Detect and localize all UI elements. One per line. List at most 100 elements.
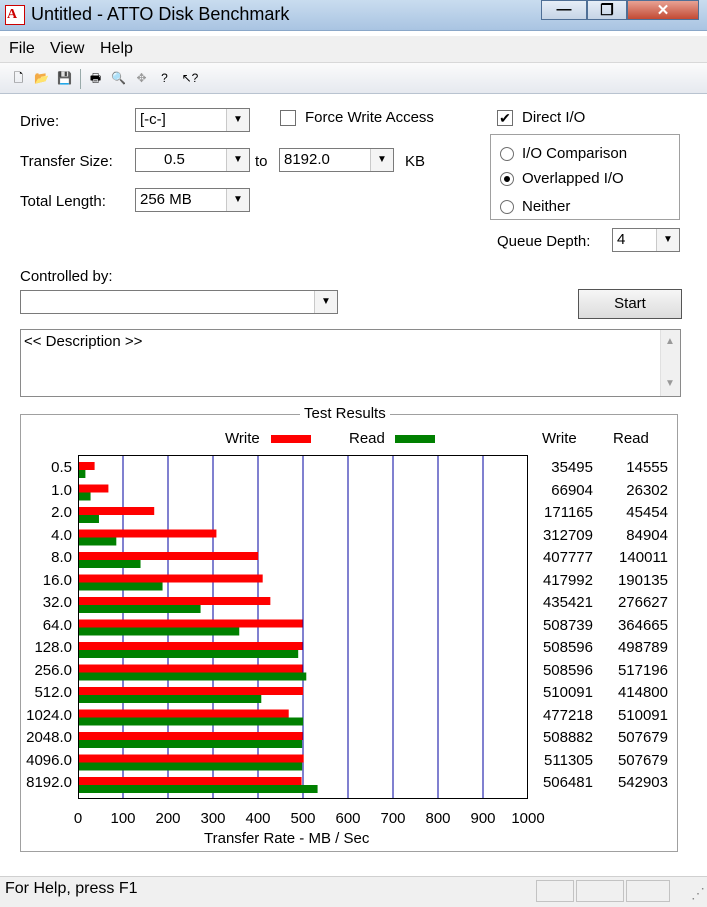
description-box[interactable]: << Description >> ▲ ▼ [20,329,681,397]
minimize-button[interactable]: — [541,0,587,20]
category-label: 4.0 [51,526,72,544]
queue-depth-label: Queue Depth: [497,233,591,250]
force-write-checkbox[interactable] [280,110,296,126]
start-button[interactable]: Start [578,289,682,319]
read-value: 507679 [617,751,668,769]
new-icon[interactable]: 🗋 [10,70,27,87]
write-value: 508596 [542,639,593,656]
io-comparison-radio[interactable] [500,147,514,161]
write-value: 66904 [551,481,593,499]
close-button[interactable]: ✕ [627,0,699,20]
overlapped-io-radio[interactable] [500,172,514,186]
menu-help[interactable]: Help [100,40,133,58]
write-value: 417992 [542,571,593,589]
category-label: 8192.0 [26,774,72,791]
category-label: 2048.0 [26,729,72,746]
print-preview-icon[interactable]: 🔍 [110,70,127,87]
category-label: 128.0 [34,639,72,656]
drive-select[interactable]: [-c-] ▼ [135,108,250,132]
check-mark-icon: ✔ [499,110,511,126]
window-title: Untitled - ATTO Disk Benchmark [31,4,290,24]
overlapped-io-label: Overlapped I/O [522,170,624,187]
direct-io-checkbox[interactable]: ✔ [497,110,513,126]
atto-icon[interactable]: A [5,5,25,25]
queue-depth-select[interactable]: 4 ▼ [612,228,680,252]
test-results-title: Test Results [300,405,390,422]
controlled-by-label: Controlled by: [20,268,113,285]
write-value: 35495 [551,459,593,476]
x-tick-label: 200 [155,810,181,827]
write-value: 508596 [542,661,593,679]
drive-label: Drive: [20,113,60,130]
drive-value: [-c-] [140,111,166,128]
transfer-from-select[interactable]: 0.5 ▼ [135,148,250,172]
write-value: 312709 [542,526,593,544]
write-value: 407777 [542,549,593,566]
read-bar [79,492,91,501]
read-bar [79,785,318,793]
category-label: 512.0 [34,684,72,701]
menu-file[interactable]: File [9,40,35,58]
resize-grip-icon[interactable]: ⋰ [691,885,705,902]
category-label: 4096.0 [26,751,72,769]
write-value: 506481 [542,774,593,791]
transfer-rate-chart [78,455,528,799]
queue-depth-value: 4 [617,231,626,248]
transfer-to-select[interactable]: 8192.0 ▼ [279,148,394,172]
legend-write-label: Write [225,430,260,447]
legend-read-swatch [395,435,435,443]
scroll-up-icon[interactable]: ▲ [665,336,675,347]
chevron-down-icon[interactable]: ▼ [226,109,249,131]
read-bar [79,605,201,613]
neither-radio[interactable] [500,200,514,214]
open-icon[interactable]: 📂 [33,70,50,87]
toolbar [0,63,707,94]
read-bar [79,650,299,658]
controlled-by-select[interactable]: ▼ [20,290,338,314]
read-bar [79,470,86,478]
write-value: 435421 [542,594,593,611]
total-length-select[interactable]: 256 MB ▼ [135,188,250,212]
read-value: 84904 [626,526,668,544]
read-bar [79,717,304,726]
chevron-down-icon[interactable]: ▼ [656,229,679,251]
chevron-down-icon[interactable]: ▼ [226,189,249,211]
save-icon[interactable]: 💾 [56,70,73,87]
category-label: 8.0 [51,549,72,566]
read-value: 364665 [617,616,668,634]
write-bar [79,529,217,538]
description-scrollbar[interactable]: ▲ ▼ [660,330,680,396]
description-text: << Description >> [24,333,143,350]
read-value: 26302 [626,481,668,499]
print-icon[interactable]: 🖶 [87,70,104,87]
menu-view[interactable]: View [50,40,84,58]
write-bar [79,597,271,605]
read-value: 510091 [617,706,668,724]
write-value: 477218 [542,706,593,724]
x-tick-label: 900 [470,810,496,827]
category-label: 256.0 [34,661,72,679]
move-icon[interactable]: ✥ [133,70,150,87]
scroll-down-icon[interactable]: ▼ [665,378,675,389]
chevron-down-icon[interactable]: ▼ [370,149,393,171]
write-value: 511305 [544,751,593,769]
write-value: 510091 [542,684,593,701]
x-tick-label: 500 [290,810,316,827]
x-axis-label: Transfer Rate - MB / Sec [204,830,370,847]
write-value: 508739 [542,616,593,634]
write-bar [79,754,304,763]
context-help-icon[interactable]: ↖? [179,70,201,87]
x-tick-label: 0 [73,810,83,827]
read-bar [79,695,262,703]
chevron-down-icon[interactable]: ▼ [226,149,249,171]
help-icon[interactable]: ? [156,70,173,87]
maximize-button[interactable]: ❐ [587,0,627,20]
toolbar-separator [80,69,81,89]
write-bar [79,687,304,695]
read-value: 542903 [617,774,668,791]
status-pane [626,880,670,902]
kb-label: KB [405,153,426,170]
category-label: 1.0 [51,481,72,499]
chevron-down-icon[interactable]: ▼ [314,291,337,313]
direct-io-label: Direct I/O [522,109,586,126]
